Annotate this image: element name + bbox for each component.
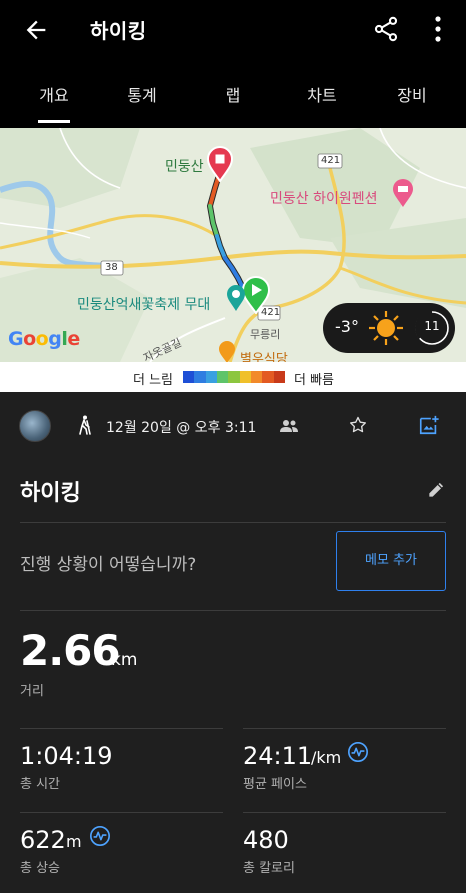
total-ascent-label: 총 상승 [20,861,61,876]
divider [20,610,446,611]
map-label-pension: 민둥산 하이원펜션 [270,191,378,207]
pace-chart-icon[interactable] [347,741,369,763]
temperature: -3° [335,317,359,336]
distance-unit: km [111,650,138,670]
map-label-festival: 민둥산억새꽃축제 무대 [77,297,211,313]
active-tab-indicator [38,120,70,123]
sun-icon [369,311,403,345]
tab-laps[interactable]: 랩 [193,82,273,106]
elevation-chart-icon[interactable] [89,825,111,847]
tab-stats[interactable]: 통계 [102,82,182,106]
google-logo: Google [8,328,80,350]
map-label-food: 별우식당 [240,352,288,362]
hiking-icon [79,415,91,435]
divider [243,812,446,813]
weather-badge[interactable]: -3° 11 [323,303,455,353]
avg-pace-label: 평균 페이스 [243,777,307,792]
calories-label: 총 칼로리 [243,861,295,876]
activity-meta-row: 12월 20일 @ 오후 3:11 [0,398,466,454]
share-icon[interactable] [372,15,400,43]
total-ascent-value: 622 [20,826,66,854]
total-time-value: 1:04:19 [20,742,113,770]
total-time-label: 총 시간 [20,777,61,792]
activity-title: 하이킹 [20,481,81,506]
calories-value: 480 [243,826,289,854]
map-label-village: 무릉리 [250,328,281,341]
pace-legend: 더 느림 더 빠름 [0,362,466,392]
avatar[interactable] [19,410,51,442]
edit-pencil-icon[interactable] [426,480,446,500]
divider [20,728,223,729]
tab-gear[interactable]: 장비 [372,82,452,106]
distance-label: 거리 [20,684,44,699]
app-bar: 하이킹 [0,0,466,62]
restaurant-pin-icon [219,341,235,362]
divider [243,728,446,729]
legend-fast-label: 더 빠름 [294,373,335,388]
landmark-pin-icon [227,285,245,311]
activity-datetime: 12월 20일 @ 오후 3:11 [106,420,257,436]
finish-marker-icon[interactable] [206,146,234,182]
divider [20,522,446,523]
legend-slow-label: 더 느림 [133,373,174,388]
progress-question: 진행 상황이 어떻습니까? [20,555,197,575]
avg-pace-value: 24:11 [243,742,313,770]
moon-day: 11 [424,319,440,333]
star-outline-icon[interactable] [348,415,368,435]
tab-charts[interactable]: 차트 [282,82,362,106]
arrow-left-icon[interactable] [22,16,50,44]
route-shield-421: 421 [321,155,341,166]
pace-gradient-bar [183,371,285,383]
tab-bar: 개요 통계 랩 차트 장비 [0,62,466,128]
more-vert-icon[interactable] [426,14,450,44]
add-memo-button[interactable]: 메모 추가 [336,531,446,591]
route-shield-38: 38 [105,262,118,273]
people-icon[interactable] [280,418,298,434]
divider [20,812,223,813]
distance-value: 2.66 [20,626,121,675]
route-shield-421-south: 421 [261,307,281,318]
add-photo-icon[interactable] [418,414,440,436]
page-title: 하이킹 [90,19,147,43]
avg-pace-unit: /km [311,748,342,767]
route-map[interactable]: 민둥산 민둥산 하이원펜션 민둥산억새꽃축제 무대 무릉리 자옷골길 별우식당 … [0,128,466,362]
map-label-mountain: 민둥산 [165,159,204,175]
lodging-pin-icon [393,179,413,207]
tab-overview[interactable]: 개요 [14,82,94,106]
total-ascent-unit: m [66,832,82,851]
